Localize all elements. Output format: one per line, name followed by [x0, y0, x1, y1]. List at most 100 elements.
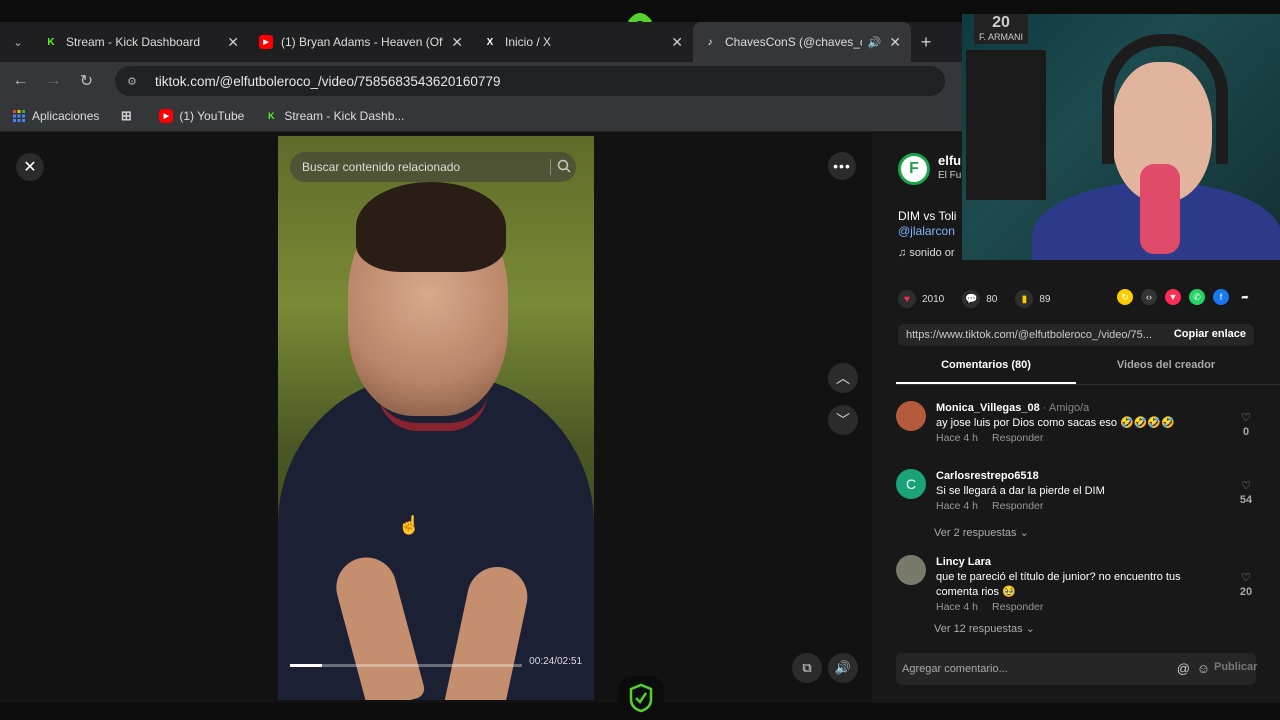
tab-close-icon[interactable]: ✕: [889, 34, 901, 51]
reply-button[interactable]: Responder: [992, 432, 1043, 444]
comment-item: Monica_Villegas_08 · Amigo/a ay jose lui…: [896, 401, 1256, 446]
view-replies-button[interactable]: Ver 2 respuestas ⌄: [934, 526, 1029, 539]
bookmark-label: Stream - Kick Dashb...: [284, 108, 405, 123]
comment-author-name: Monica_Villegas_08: [936, 402, 1040, 414]
previous-video-button[interactable]: ︿: [828, 363, 858, 393]
comment-like[interactable]: ♡ 54: [1236, 479, 1256, 506]
jersey-name: F. ARMANI: [978, 32, 1023, 42]
share-link-box: https://www.tiktok.com/@elfutboleroco_/v…: [898, 324, 1254, 346]
comment-item: Lincy Lara que te pareció el título de j…: [896, 555, 1256, 615]
more-options-button[interactable]: •••: [828, 152, 856, 180]
tab-close-icon[interactable]: ✕: [671, 34, 683, 51]
share-arrow-icon[interactable]: ➦: [1237, 289, 1253, 305]
tab-tiktok-active[interactable]: ♪ ChavesConS (@chaves_con 🔊 ✕: [693, 22, 911, 62]
tab-search-button[interactable]: ⌄: [2, 28, 34, 56]
speaker-icon[interactable]: 🔊: [868, 36, 882, 49]
tab-creator-videos[interactable]: Videos del creador: [1076, 359, 1256, 384]
whatsapp-icon[interactable]: ✆: [1189, 289, 1205, 305]
sound-link[interactable]: ♫ sonido or: [898, 247, 955, 259]
comment-time: Hace 4 h: [936, 432, 979, 444]
author-info[interactable]: F elfu El Fu: [898, 153, 961, 185]
tab-close-icon[interactable]: ✕: [227, 34, 239, 51]
publish-button[interactable]: Publicar: [1214, 661, 1257, 673]
url-text: tiktok.com/@elfutboleroco_/video/7585683…: [155, 73, 501, 89]
tiktok-icon: ♪: [707, 36, 713, 48]
share-url[interactable]: https://www.tiktok.com/@elfutboleroco_/v…: [906, 329, 1152, 341]
send-icon[interactable]: ▼: [1165, 289, 1181, 305]
video-progress-bar[interactable]: [290, 664, 522, 667]
bookmark-kick[interactable]: K Stream - Kick Dashb...: [264, 109, 404, 123]
description-mention[interactable]: @jlalarcon: [898, 224, 956, 239]
mini-player-button[interactable]: ⧉: [792, 653, 822, 683]
volume-button[interactable]: 🔊: [828, 653, 858, 683]
sound-label: sonido or: [909, 247, 955, 259]
tab-kick-dashboard[interactable]: K Stream - Kick Dashboard ✕: [34, 22, 249, 62]
jersey-number: 20: [992, 14, 1010, 31]
author-avatar[interactable]: F: [898, 153, 930, 185]
add-comment-placeholder: Agregar comentario...: [902, 663, 1008, 675]
tab-title: (1) Bryan Adams - Heaven (Offi: [281, 35, 444, 49]
comment-author[interactable]: Monica_Villegas_08 · Amigo/a: [936, 401, 1206, 416]
copy-link-button[interactable]: Copiar enlace: [1174, 328, 1246, 340]
like-button[interactable]: ♥ 2010: [898, 290, 944, 308]
back-icon[interactable]: ←: [4, 72, 37, 90]
tab-x-home[interactable]: X Inicio / X ✕: [473, 22, 693, 62]
bookmark-apps[interactable]: Aplicaciones: [12, 109, 99, 123]
view-replies-button[interactable]: Ver 12 respuestas ⌄: [934, 622, 1035, 635]
tab-close-icon[interactable]: ✕: [451, 34, 463, 51]
share-options: ↻ ‹› ▼ ✆ f ➦: [1117, 289, 1261, 305]
related-search-input[interactable]: Buscar contenido relacionado: [290, 152, 576, 182]
add-comment-input[interactable]: Agregar comentario... @ ☺: [896, 653, 1256, 685]
panel-tabs: Comentarios (80) Videos del creador: [896, 359, 1280, 385]
bookmark-label: (1) YouTube: [179, 108, 245, 123]
comment-time: Hace 4 h: [936, 601, 979, 613]
bookmark-youtube[interactable]: ▶ (1) YouTube: [159, 108, 245, 123]
tab-title: ChavesConS (@chaves_con: [725, 35, 862, 49]
mention-icon[interactable]: @: [1177, 661, 1190, 676]
reply-button[interactable]: Responder: [992, 500, 1043, 512]
save-button[interactable]: ▮ 89: [1015, 290, 1051, 308]
heart-icon: ♥: [898, 290, 916, 308]
comment-item: C Carlosrestrepo6518 Si se llegará a dar…: [896, 469, 1256, 514]
address-bar[interactable]: ⚙ tiktok.com/@elfutboleroco_/video/75856…: [115, 66, 945, 96]
comment-icon: 💬: [962, 290, 981, 308]
comment-like[interactable]: ♡ 20: [1236, 571, 1256, 598]
author-subtitle: El Fu: [938, 170, 962, 181]
bookmarks-bar: Aplicaciones ⊞ ▶ (1) YouTube K Stream - …: [0, 100, 962, 132]
repost-icon[interactable]: ↻: [1117, 289, 1133, 305]
comment-author[interactable]: Lincy Lara: [936, 555, 1206, 570]
reply-button[interactable]: Responder: [992, 601, 1043, 613]
search-placeholder: Buscar contenido relacionado: [302, 160, 461, 174]
heart-outline-icon: ♡: [1241, 480, 1251, 492]
forward-icon[interactable]: →: [37, 72, 70, 90]
next-video-button[interactable]: ﹀: [828, 405, 858, 435]
comment-text: ay jose luis por Dios como sacas eso 🤣🤣🤣…: [936, 417, 1175, 429]
comment-count: 80: [986, 293, 998, 305]
reload-icon[interactable]: ↻: [70, 71, 103, 91]
search-icon[interactable]: [550, 159, 571, 175]
bookmark-label: Aplicaciones: [32, 108, 100, 123]
emoji-icon[interactable]: ☺: [1197, 661, 1210, 676]
facebook-icon[interactable]: f: [1213, 289, 1229, 305]
avatar[interactable]: [896, 401, 926, 431]
tab-youtube[interactable]: ▶ (1) Bryan Adams - Heaven (Offi ✕: [249, 22, 473, 62]
comment-author[interactable]: Carlosrestrepo6518: [936, 469, 1206, 484]
avatar[interactable]: [896, 555, 926, 585]
tab-comments[interactable]: Comentarios (80): [896, 359, 1076, 384]
comment-like[interactable]: ♡ 0: [1236, 411, 1256, 438]
heart-outline-icon: ♡: [1241, 572, 1251, 584]
bookmark-grid[interactable]: ⊞: [119, 108, 139, 123]
comment-like-count: 20: [1239, 586, 1253, 598]
new-tab-button[interactable]: +: [911, 32, 941, 53]
browser-tab-bar: ⌄ K Stream - Kick Dashboard ✕ ▶ (1) Brya…: [0, 22, 962, 62]
comment-button[interactable]: 💬 80: [962, 290, 997, 308]
close-video-button[interactable]: ✕: [16, 153, 44, 181]
site-info-icon[interactable]: ⚙: [127, 73, 143, 89]
comment-author-tag: · Amigo/a: [1039, 402, 1090, 414]
embed-icon[interactable]: ‹›: [1141, 289, 1157, 305]
avatar[interactable]: C: [896, 469, 926, 499]
microphone-icon: [1140, 164, 1180, 254]
author-name[interactable]: elfu: [938, 153, 961, 168]
like-count: 2010: [922, 293, 945, 305]
video-player[interactable]: Buscar contenido relacionado 00:24/02:51: [278, 136, 594, 700]
